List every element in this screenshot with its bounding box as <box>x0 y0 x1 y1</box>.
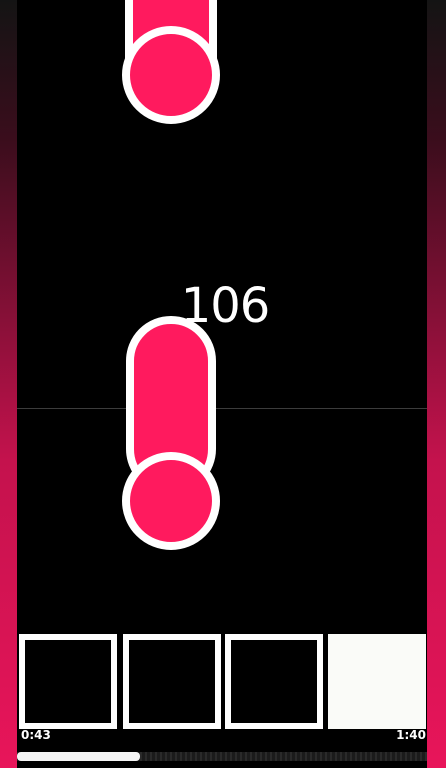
hold-note-lower-head <box>122 452 220 550</box>
lane-tile-1[interactable] <box>19 634 117 729</box>
song-progress-bar[interactable] <box>17 752 427 761</box>
hold-note-lower[interactable] <box>122 316 220 550</box>
total-time: 1:40 <box>396 728 426 742</box>
lane-tile-4[interactable] <box>328 634 426 729</box>
score-counter: 106 <box>180 278 271 334</box>
lane-tiles <box>19 634 427 729</box>
hold-note-upper[interactable] <box>122 0 220 124</box>
hold-note-upper-head <box>122 26 220 124</box>
song-progress-fill <box>17 752 140 761</box>
lane-tile-2[interactable] <box>123 634 221 729</box>
game-screen: 106 0:43 1:40 <box>0 0 446 768</box>
elapsed-time: 0:43 <box>21 728 51 742</box>
lane-tile-3[interactable] <box>225 634 323 729</box>
